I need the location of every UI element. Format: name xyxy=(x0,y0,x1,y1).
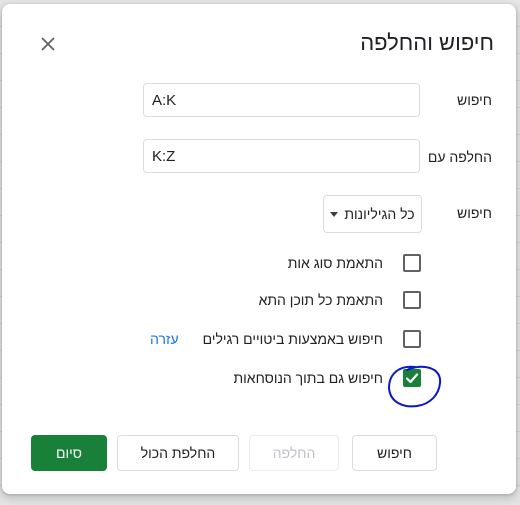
find-label: חיפוש xyxy=(457,92,492,108)
replace-button[interactable]: החלפה xyxy=(249,435,339,471)
match-case-checkbox[interactable] xyxy=(403,254,421,272)
scope-select[interactable]: כל הגיליונות xyxy=(323,195,422,233)
regex-help-link[interactable]: עזרה xyxy=(150,331,179,347)
match-case-label: התאמת סוג אות xyxy=(287,255,383,271)
match-entire-cell-option: התאמת כל תוכן התא xyxy=(259,291,421,309)
replace-all-button[interactable]: החלפת הכול xyxy=(117,435,239,471)
caret-down-icon xyxy=(330,211,339,217)
find-input[interactable] xyxy=(143,83,420,117)
search-formulas-label: חיפוש גם בתוך הנוסחאות xyxy=(233,370,383,386)
close-icon xyxy=(41,37,55,51)
replace-button-label: החלפה xyxy=(272,445,316,461)
replace-all-button-label: החלפת הכול xyxy=(140,445,216,461)
close-button[interactable] xyxy=(36,32,60,56)
scope-selected-value: כל הגיליונות xyxy=(344,206,415,222)
done-button-label: סיום xyxy=(56,445,82,461)
replace-input[interactable] xyxy=(143,139,420,173)
regex-option: חיפוש באמצעות ביטויים רגילים עזרה xyxy=(150,330,421,348)
dialog-title: חיפוש והחלפה xyxy=(360,30,494,55)
done-button[interactable]: סיום xyxy=(31,435,107,471)
match-entire-cell-label: התאמת כל תוכן התא xyxy=(258,292,383,308)
find-button[interactable]: חיפוש xyxy=(352,435,437,471)
regex-label: חיפוש באמצעות ביטויים רגילים xyxy=(202,331,383,347)
match-entire-cell-checkbox[interactable] xyxy=(403,291,421,309)
regex-checkbox[interactable] xyxy=(403,330,421,348)
match-case-option: התאמת סוג אות xyxy=(288,254,421,272)
scope-label: חיפוש xyxy=(457,205,492,221)
find-replace-dialog: חיפוש והחלפה חיפוש החלפה עם חיפוש כל הגי… xyxy=(2,4,516,494)
find-button-label: חיפוש xyxy=(377,445,412,461)
hand-drawn-circle-annotation xyxy=(387,365,442,408)
replace-label: החלפה עם xyxy=(427,149,492,165)
